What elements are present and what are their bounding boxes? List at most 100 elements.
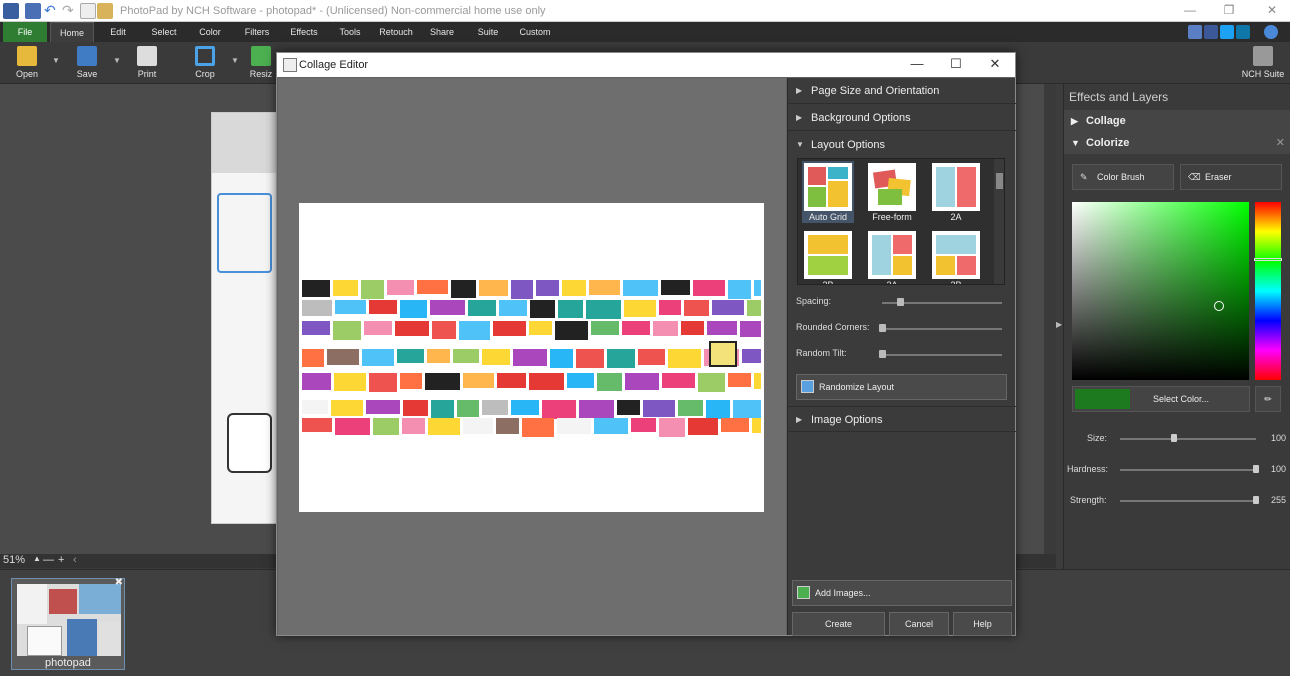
spacing-slider-knob[interactable] (897, 298, 904, 306)
hardness-slider-knob[interactable] (1253, 465, 1259, 473)
color-picker-field[interactable] (1072, 202, 1249, 380)
undo-icon[interactable]: ↶ (44, 3, 60, 19)
close-colorize-icon[interactable]: ✕ (1276, 132, 1285, 154)
tab-suite[interactable]: Suite (468, 22, 508, 42)
zoom-dropdown-icon[interactable]: ▲ (33, 554, 41, 563)
image-thumbnail[interactable]: ✖ photopad (11, 577, 125, 670)
print-button[interactable]: Print (127, 46, 167, 79)
cancel-button[interactable]: Cancel (889, 612, 949, 636)
tab-color[interactable]: Color (190, 22, 230, 42)
hue-slider-marker[interactable] (1254, 258, 1282, 261)
tab-file[interactable]: File (3, 22, 47, 42)
tab-select[interactable]: Select (144, 22, 184, 42)
collage-canvas[interactable] (299, 203, 764, 512)
zoom-level: 51% (3, 554, 26, 566)
tab-filters[interactable]: Filters (236, 22, 278, 42)
restore-icon[interactable]: ❐ (1219, 3, 1239, 17)
linkedin-icon[interactable] (1236, 25, 1250, 39)
layout-3a[interactable]: 2A (866, 229, 918, 284)
redo-icon[interactable]: ↷ (62, 3, 78, 19)
tab-home[interactable]: Home (50, 22, 94, 42)
minimize-icon[interactable]: — (1180, 3, 1200, 17)
add-images-icon (797, 586, 810, 599)
nch-suite-button[interactable]: NCH Suite (1240, 46, 1286, 79)
size-slider-track[interactable] (1120, 438, 1256, 440)
dialog-minimize-icon[interactable]: — (907, 56, 927, 71)
select-color-button[interactable]: Select Color... (1072, 386, 1250, 412)
collage-tile (463, 373, 494, 388)
resize-button[interactable]: Resiz (246, 46, 276, 79)
randomize-layout-button[interactable]: Randomize Layout (796, 374, 1007, 400)
random-tilt-slider-knob[interactable] (879, 350, 886, 358)
open-button[interactable]: Open (7, 46, 47, 79)
hardness-slider-track[interactable] (1120, 469, 1256, 471)
collage-tile (403, 400, 428, 416)
scroll-left-icon[interactable]: ‹ (73, 554, 77, 566)
save-quick-icon[interactable] (25, 3, 41, 19)
selected-tile-handle[interactable] (709, 341, 737, 367)
twitter-icon[interactable] (1220, 25, 1234, 39)
hue-slider[interactable] (1254, 202, 1282, 380)
zoom-out-icon[interactable]: — (43, 554, 54, 566)
help-button[interactable]: Help (953, 612, 1012, 636)
dialog-maximize-icon[interactable]: ☐ (946, 56, 966, 72)
save-button[interactable]: Save (67, 46, 107, 79)
collage-tile (684, 300, 709, 316)
open-dropdown-arrow[interactable]: ▼ (52, 56, 60, 65)
layout-2b[interactable]: 2B (802, 229, 854, 284)
tab-retouch[interactable]: Retouch (375, 22, 417, 42)
strength-slider-knob[interactable] (1253, 496, 1259, 504)
background-section[interactable]: ▶ Background Options (788, 105, 1016, 131)
layout-2a[interactable]: 2A (930, 161, 982, 223)
tab-tools[interactable]: Tools (330, 22, 370, 42)
eraser-label: Eraser (1205, 172, 1232, 182)
tab-custom[interactable]: Custom (513, 22, 557, 42)
tab-edit[interactable]: Edit (98, 22, 138, 42)
workspace-scrollbar[interactable] (1044, 84, 1056, 554)
add-images-button[interactable]: Add Images... (792, 580, 1012, 606)
rounded-corners-slider-knob[interactable] (879, 324, 886, 332)
remove-thumbnail-icon[interactable]: ✖ (115, 577, 123, 588)
layout-3b[interactable]: 2B (930, 229, 982, 284)
crop-label: Crop (195, 69, 215, 79)
crop-button[interactable]: Crop (185, 46, 225, 79)
new-icon[interactable] (80, 3, 96, 19)
layout-auto-grid[interactable]: Auto Grid (802, 161, 854, 223)
color-picker-cursor[interactable] (1214, 301, 1224, 311)
save-dropdown-arrow[interactable]: ▼ (113, 56, 121, 65)
close-icon[interactable]: ✕ (1262, 3, 1282, 17)
image-options-section[interactable]: ▶ Image Options (788, 406, 1016, 432)
scrollbar-thumb[interactable] (996, 173, 1003, 189)
layout-gallery-scrollbar[interactable] (994, 159, 1004, 284)
paste-icon[interactable] (97, 3, 113, 19)
collage-tile (597, 373, 622, 391)
tab-effects[interactable]: Effects (283, 22, 325, 42)
tab-share[interactable]: Share (422, 22, 462, 42)
resize-icon (251, 46, 271, 66)
rounded-corners-slider-row: Rounded Corners: (796, 322, 1008, 336)
collage-section[interactable]: ▶ Collage (1064, 110, 1290, 132)
layout-section[interactable]: ▼ Layout Options (788, 132, 1016, 158)
collage-tile (530, 300, 555, 318)
size-slider-knob[interactable] (1171, 434, 1178, 442)
help-globe-icon[interactable] (1264, 25, 1278, 39)
page-size-section[interactable]: ▶ Page Size and Orientation (788, 78, 1016, 104)
random-tilt-slider-track[interactable] (882, 354, 1002, 356)
rounded-corners-slider-track[interactable] (882, 328, 1002, 330)
crop-dropdown-arrow[interactable]: ▼ (231, 56, 239, 65)
zoom-in-icon[interactable]: + (58, 554, 64, 566)
colorize-section[interactable]: ▼ Colorize ✕ (1064, 132, 1290, 154)
panel-collapse-arrow-icon[interactable]: ▶ (1056, 320, 1062, 329)
facebook-icon[interactable] (1204, 25, 1218, 39)
eraser-button[interactable]: ⌫ Eraser (1180, 164, 1282, 190)
like-icon[interactable] (1188, 25, 1202, 39)
color-brush-button[interactable]: ✎ Color Brush (1072, 164, 1174, 190)
eyedropper-button[interactable]: ✏ (1255, 386, 1281, 412)
dialog-close-icon[interactable]: ✕ (985, 56, 1005, 72)
resize-label: Resiz (249, 69, 273, 79)
create-button[interactable]: Create (792, 612, 885, 636)
crop-icon (195, 46, 215, 66)
collage-tile (427, 349, 450, 363)
strength-slider-track[interactable] (1120, 500, 1256, 502)
layout-free-form[interactable]: Free-form (866, 161, 918, 223)
